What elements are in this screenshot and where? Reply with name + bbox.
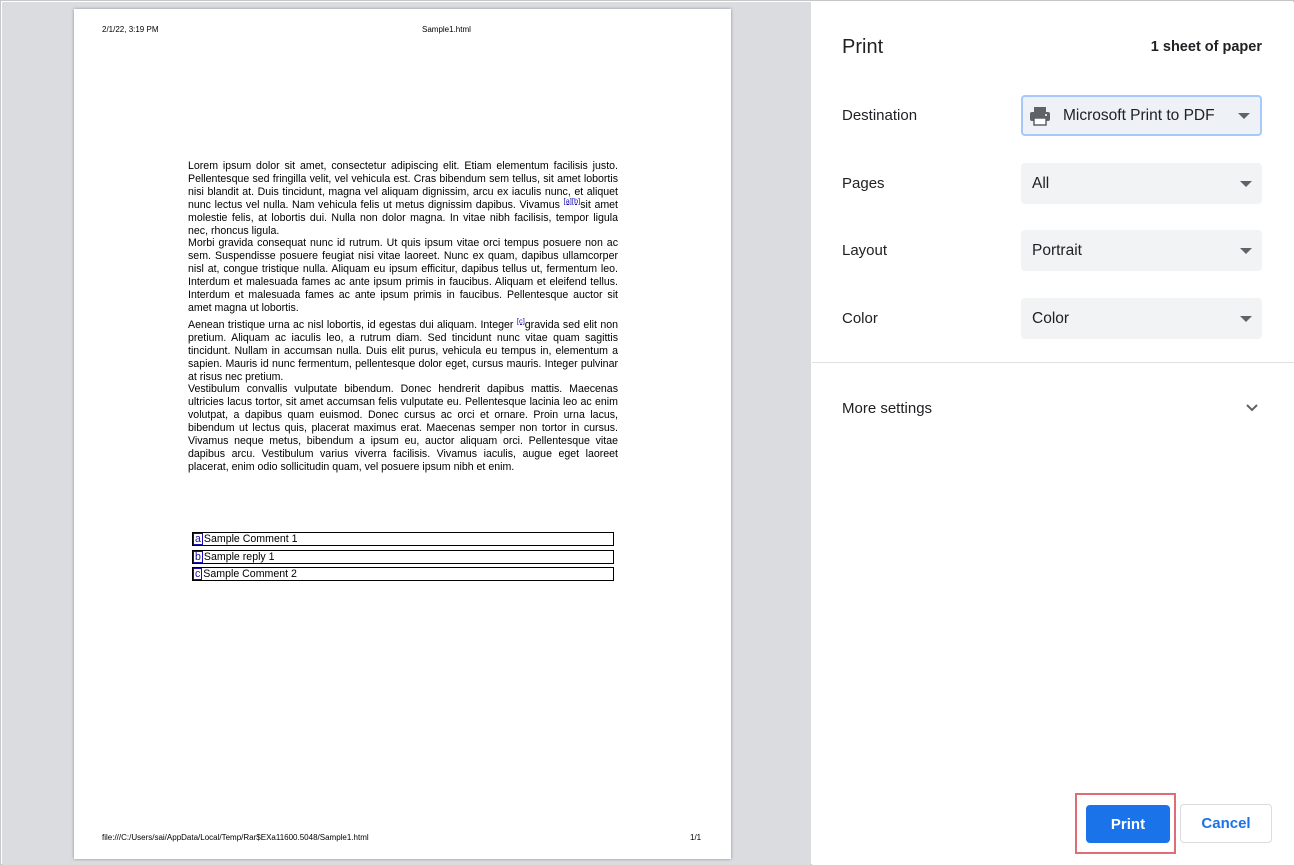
comment-box: b Sample reply 1 [192,549,614,564]
paragraph-3-text-start: Aenean tristique urna ac nisl lobortis, … [188,318,517,331]
page-header-title: Sample1.html [422,25,471,34]
print-dialog: 2/1/22, 3:19 PM Sample1.html Lorem ipsum… [0,0,1294,865]
paragraph-1: Lorem ipsum dolor sit amet, consectetur … [188,160,618,237]
dropdown-arrow-icon [1240,247,1252,254]
preview-page: 2/1/22, 3:19 PM Sample1.html Lorem ipsum… [74,9,731,859]
comment-text: Sample Comment 2 [203,568,297,580]
comment-text: Sample reply 1 [203,550,275,563]
dropdown-arrow-icon [1238,112,1250,119]
comments-list: a Sample Comment 1 b Sample reply 1 c Sa… [192,532,614,585]
print-button[interactable]: Print [1086,805,1170,843]
color-label: Color [842,310,878,327]
comment-ref-a[interactable]: [a] [564,196,572,205]
destination-label: Destination [842,107,918,124]
page-header-date: 2/1/22, 3:19 PM [102,25,159,34]
print-preview-area: 2/1/22, 3:19 PM Sample1.html Lorem ipsum… [2,2,811,865]
pages-select[interactable]: All [1021,163,1262,204]
layout-select[interactable]: Portrait [1021,230,1262,271]
more-settings-toggle[interactable]: More settings [842,400,932,417]
comment-ref-c[interactable]: [c] [517,316,525,325]
color-value: Color [1032,309,1070,327]
comment-ref-b[interactable]: [b] [572,196,580,205]
page-footer-number: 1/1 [690,833,702,842]
pages-value: All [1032,174,1050,192]
layout-label: Layout [842,242,888,259]
print-settings-panel: Print 1 sheet of paper Destination Micro… [812,2,1294,865]
paragraph-2: Morbi gravida consequat nunc id rutrum. … [188,237,618,314]
print-button-highlight: Print [1075,793,1176,854]
comment-label[interactable]: c [193,568,203,580]
paragraph-3: Aenean tristique urna ac nisl lobortis, … [188,316,618,384]
paragraph-4: Vestibulum convallis vulputate bibendum.… [188,383,618,473]
destination-select[interactable]: Microsoft Print to PDF [1021,95,1262,136]
printer-icon [1029,106,1051,126]
paragraph-1-text-start: Lorem ipsum dolor sit amet, consectetur … [188,160,618,211]
dropdown-arrow-icon [1240,315,1252,322]
comment-label[interactable]: a [193,533,203,545]
section-divider [812,362,1294,363]
comment-box: a Sample Comment 1 [192,532,614,546]
page-body-text: Lorem ipsum dolor sit amet, consectetur … [188,160,618,474]
comment-text: Sample Comment 1 [203,533,298,545]
chevron-down-icon[interactable] [1244,400,1260,416]
comment-label[interactable]: b [193,550,203,563]
pages-label: Pages [842,175,885,192]
destination-value: Microsoft Print to PDF [1063,106,1215,124]
comment-box: c Sample Comment 2 [192,567,614,581]
sheet-count: 1 sheet of paper [1150,39,1262,55]
page-footer-path: file:///C:/Users/sai/AppData/Local/Temp/… [102,833,369,842]
dialog-title: Print [842,36,884,58]
dropdown-arrow-icon [1240,180,1252,187]
layout-value: Portrait [1032,241,1082,259]
color-select[interactable]: Color [1021,298,1262,339]
cancel-button[interactable]: Cancel [1180,804,1272,843]
